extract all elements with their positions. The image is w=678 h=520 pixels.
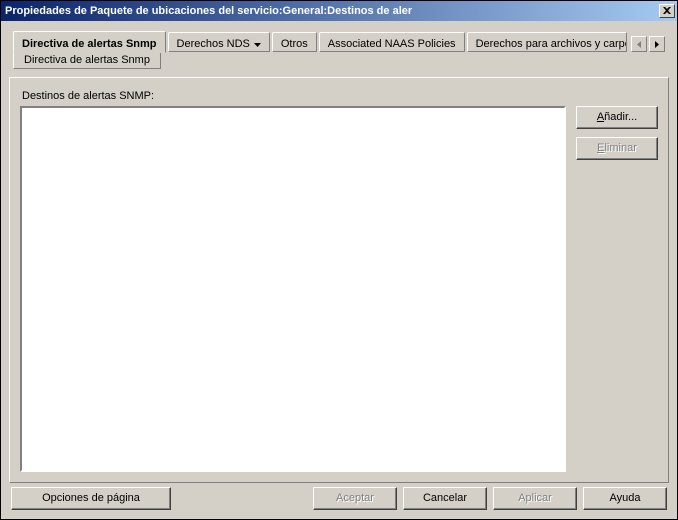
- page-options-button[interactable]: Opciones de página: [11, 487, 171, 510]
- titlebar: Propiedades de Paquete de ubicaciones de…: [1, 1, 677, 21]
- button-label: Aplicar: [518, 492, 552, 504]
- button-label: Aceptar: [336, 492, 374, 504]
- tab-scroll: [629, 31, 665, 53]
- tab-naas-policies[interactable]: Associated NAAS Policies: [319, 32, 465, 52]
- button-label: Cancelar: [423, 492, 467, 504]
- tab-label: Derechos NDS: [177, 38, 250, 50]
- properties-panel: Destinos de alertas SNMP: Añadir... Elim…: [9, 77, 669, 483]
- help-button[interactable]: Ayuda: [583, 487, 667, 510]
- accept-button[interactable]: Aceptar: [313, 487, 397, 510]
- apply-button[interactable]: Aplicar: [493, 487, 577, 510]
- snmp-destinations-label: Destinos de alertas SNMP:: [22, 90, 658, 102]
- add-button[interactable]: Añadir...: [576, 106, 658, 129]
- tab-row: Directiva de alertas Snmp Derechos NDS O…: [13, 31, 665, 53]
- tab-label: Directiva de alertas Snmp: [22, 38, 157, 50]
- tab-label: Associated NAAS Policies: [328, 38, 456, 50]
- sub-tab-snmp-alert-directive[interactable]: Directiva de alertas Snmp: [13, 51, 161, 69]
- tab-others[interactable]: Otros: [272, 32, 317, 52]
- tab-file-folder-rights[interactable]: Derechos para archivos y carpetas: [467, 32, 627, 52]
- tab-snmp-alert-directive[interactable]: Directiva de alertas Snmp: [13, 31, 166, 53]
- tab-label: Derechos para archivos y carpetas: [476, 38, 627, 50]
- chevron-down-icon: [254, 38, 261, 50]
- button-label: Opciones de página: [42, 492, 140, 504]
- panel-content: Añadir... Eliminar: [20, 106, 658, 472]
- button-label: Añadir...: [597, 111, 637, 123]
- window-root: Propiedades de Paquete de ubicaciones de…: [0, 0, 678, 520]
- snmp-destinations-list[interactable]: [20, 106, 566, 472]
- cancel-button[interactable]: Cancelar: [403, 487, 487, 510]
- tab-strip: Directiva de alertas Snmp Derechos NDS O…: [9, 29, 669, 71]
- arrow-left-icon: [637, 41, 641, 48]
- tab-nds-rights[interactable]: Derechos NDS: [168, 32, 270, 52]
- side-buttons: Añadir... Eliminar: [576, 106, 658, 472]
- sub-tab-row: Directiva de alertas Snmp: [13, 51, 163, 69]
- tab-scroll-left-button[interactable]: [631, 36, 647, 52]
- close-button[interactable]: [659, 4, 675, 18]
- tab-scroll-right-button[interactable]: [649, 36, 665, 52]
- arrow-right-icon: [655, 41, 659, 48]
- sub-tab-label: Directiva de alertas Snmp: [24, 54, 150, 66]
- close-icon: [663, 7, 671, 15]
- window-title: Propiedades de Paquete de ubicaciones de…: [5, 5, 659, 17]
- button-label: Eliminar: [597, 142, 637, 154]
- client-area: Directiva de alertas Snmp Derechos NDS O…: [1, 21, 677, 519]
- tab-label: Otros: [281, 38, 308, 50]
- dialog-button-row: Opciones de página Aceptar Cancelar Apli…: [9, 483, 669, 513]
- delete-button[interactable]: Eliminar: [576, 137, 658, 160]
- button-label: Ayuda: [610, 492, 641, 504]
